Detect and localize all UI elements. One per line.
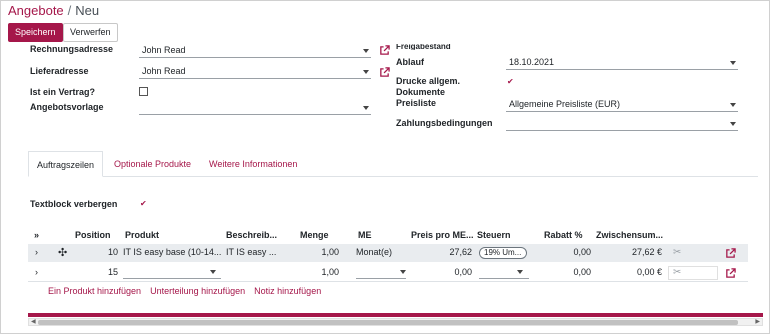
produkt-input-underline [123, 278, 221, 279]
zahlungsbedingungen-field[interactable] [506, 117, 738, 131]
chevron-down-icon[interactable] [363, 49, 369, 53]
chevron-down-icon[interactable] [363, 70, 369, 74]
chevron-down-icon[interactable] [210, 270, 216, 274]
table-footer-bar [28, 313, 763, 317]
table-row[interactable]: › 15 1,00 0,00 0,00 0,00 € ✂ [28, 264, 748, 282]
row-menge[interactable]: 1,00 [304, 267, 339, 277]
column-preis[interactable]: Preis pro ME... [411, 230, 474, 240]
breadcrumb-separator: / [67, 3, 72, 18]
vertrag-checkbox[interactable] [139, 87, 148, 96]
expand-all-icon[interactable]: » [34, 230, 39, 240]
scroll-left-icon[interactable]: ◀ [31, 319, 36, 326]
row-beschreibung[interactable]: IT IS easy ... [226, 247, 298, 257]
save-button[interactable]: Speichern [8, 23, 63, 42]
chevron-down-icon[interactable] [517, 270, 523, 274]
scroll-right-icon[interactable]: ▶ [755, 319, 760, 326]
preisliste-field[interactable]: Allgemeine Preisliste (EUR) [506, 98, 738, 112]
row-preis[interactable]: 27,62 [428, 247, 472, 257]
column-beschreibung[interactable]: Beschreib... [226, 230, 277, 240]
add-product-link[interactable]: Ein Produkt hinzufügen [48, 286, 141, 296]
row-me[interactable]: Monat(e) [356, 247, 416, 257]
zahlungsbedingungen-label: Zahlungsbedingungen [396, 118, 493, 128]
rechnungsadresse-label: Rechnungsadresse [30, 44, 114, 54]
drucke-checkbox-checked[interactable]: ✔ [507, 78, 514, 86]
row-rabatt[interactable]: 0,00 [556, 247, 591, 257]
lieferadresse-field[interactable]: John Read [139, 65, 371, 79]
add-line-links: Ein Produkt hinzufügen Unterteilung hinzu… [48, 286, 330, 296]
horizontal-scrollbar[interactable]: ◀ ▶ [28, 318, 763, 326]
column-zwischensumme[interactable]: Zwischensum... [596, 230, 663, 240]
add-section-link[interactable]: Unterteilung hinzufügen [150, 286, 245, 296]
ablauf-field[interactable]: 18.10.2021 [506, 56, 738, 70]
chevron-down-icon[interactable] [730, 122, 736, 126]
ablauf-value: 18.10.2021 [509, 57, 555, 67]
external-link-icon[interactable] [379, 67, 390, 78]
angebotsvorlage-field[interactable] [139, 101, 371, 115]
column-rabatt[interactable]: Rabatt % [544, 230, 583, 240]
column-menge[interactable]: Menge [300, 230, 329, 240]
tab-optionale-produkte[interactable]: Optionale Produkte [106, 151, 199, 177]
notebook-tabs: Auftragszeilen Optionale Produkte Weiter… [28, 151, 758, 177]
row-zwischensumme: 0,00 € [636, 267, 662, 277]
preisliste-value: Allgemeine Preisliste (EUR) [509, 99, 621, 109]
chevron-down-icon[interactable] [730, 61, 736, 65]
rechnungsadresse-value: John Read [142, 45, 186, 55]
drag-handle-icon[interactable]: ✣ [58, 246, 67, 259]
table-header: » Position Produkt Beschreib... Menge ME… [28, 228, 748, 244]
tab-auftragszeilen[interactable]: Auftragszeilen [28, 151, 104, 177]
column-me[interactable]: ME [358, 230, 372, 240]
drucke-label-line2: Dokumente [396, 87, 446, 97]
row-preis[interactable]: 0,00 [428, 267, 472, 277]
rechnungsadresse-field[interactable]: John Read [139, 44, 371, 58]
external-link-icon[interactable] [725, 268, 736, 279]
freigabestand-label: Freigabestand [396, 44, 451, 50]
me-input-underline [356, 278, 406, 279]
lieferadresse-value: John Read [142, 66, 186, 76]
scissors-icon[interactable]: ✂ [673, 267, 681, 278]
row-rabatt[interactable]: 0,00 [556, 267, 591, 277]
row-produkt[interactable]: IT IS easy base (10-14... [123, 247, 223, 257]
row-expand-icon[interactable]: › [35, 247, 38, 257]
textblock-label: Textblock verbergen [30, 199, 118, 209]
drucke-label-line1: Drucke allgem. [396, 76, 461, 86]
table-row[interactable]: › ✣ 10 IT IS easy base (10-14... IT IS e… [28, 244, 748, 262]
angebotsvorlage-label: Angebotsvorlage [30, 102, 104, 112]
ablauf-label: Ablauf [396, 57, 424, 67]
discard-button[interactable]: Verwerfen [63, 23, 118, 42]
row-steuern-tag[interactable]: 19% Um... [479, 247, 527, 259]
external-link-icon[interactable] [379, 45, 390, 56]
steuern-input-underline [479, 278, 529, 279]
column-position[interactable]: Position [75, 230, 111, 240]
add-note-link[interactable]: Notiz hinzufügen [254, 286, 321, 296]
preisliste-label: Preisliste [396, 98, 437, 108]
row-position: 15 [107, 267, 118, 277]
row-zwischensumme: 27,62 € [631, 247, 662, 257]
textblock-checkbox-checked[interactable]: ✔ [140, 200, 147, 208]
vertrag-label: Ist ein Vertrag? [30, 87, 96, 97]
lieferadresse-label: Lieferadresse [30, 66, 89, 76]
column-produkt[interactable]: Produkt [125, 230, 159, 240]
chevron-down-icon[interactable] [400, 270, 406, 274]
breadcrumb: Angebote / Neu [8, 3, 99, 18]
row-position: 10 [107, 247, 118, 257]
external-link-icon[interactable] [725, 248, 736, 259]
tab-weitere-informationen[interactable]: Weitere Informationen [201, 151, 305, 177]
scrollbar-thumb[interactable] [38, 320, 738, 325]
breadcrumb-angebote-link[interactable]: Angebote [8, 3, 64, 18]
scissors-icon[interactable]: ✂ [673, 247, 681, 258]
row-menge[interactable]: 1,00 [304, 247, 339, 257]
row-expand-icon[interactable]: › [35, 267, 38, 277]
chevron-down-icon[interactable] [730, 103, 736, 107]
column-steuern[interactable]: Steuern [477, 230, 511, 240]
breadcrumb-current: Neu [75, 3, 100, 18]
chevron-down-icon[interactable] [363, 106, 369, 110]
